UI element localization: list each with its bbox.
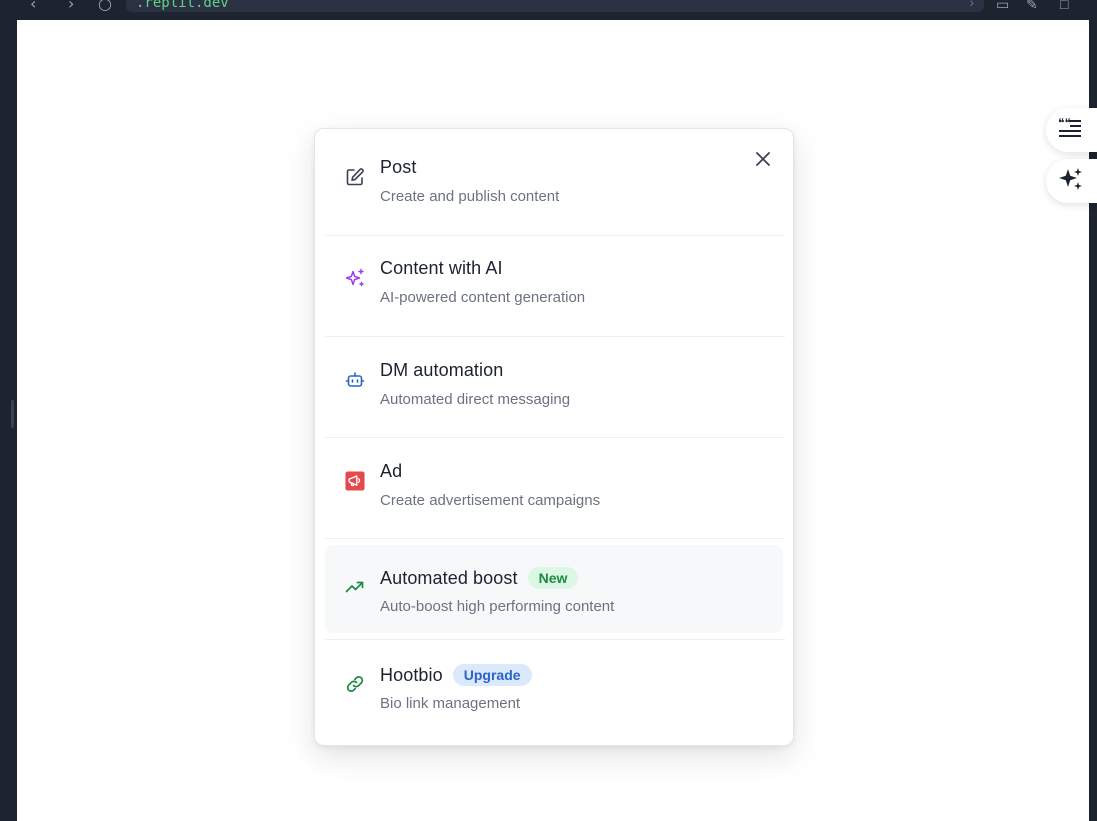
item-description: AI-powered content generation (380, 289, 586, 306)
back-icon[interactable]: ‹ (30, 0, 36, 13)
menu-item-dm-automation[interactable]: DM automation Automated direct messaging (325, 338, 783, 426)
item-description: Create and publish content (380, 188, 560, 205)
divider (325, 538, 785, 539)
item-description: Bio link management (380, 695, 521, 712)
chevron-right-icon: › (969, 0, 974, 10)
address-bar[interactable]: .replit.dev › (126, 0, 984, 12)
item-title: Content with AI (380, 258, 503, 278)
svg-text:❝❝: ❝❝ (1058, 117, 1071, 130)
item-title: Hootbio (380, 664, 443, 685)
trending-up-icon (345, 577, 365, 597)
quote-list-icon: ❝❝ (1058, 116, 1082, 144)
sparkles-icon (345, 268, 365, 288)
item-title: Ad (380, 461, 403, 481)
reload-icon[interactable]: ○ (98, 0, 112, 13)
divider (325, 639, 785, 640)
browser-toolbar: ‹ › ○ .replit.dev › ▭ ✎ □ (0, 0, 1097, 20)
upgrade-badge[interactable]: Upgrade (452, 664, 532, 686)
ai-assist-button[interactable] (1046, 159, 1097, 203)
item-title: Post (380, 157, 417, 177)
item-description: Create advertisement campaigns (380, 492, 601, 509)
item-title: Automated boost (380, 567, 518, 588)
megaphone-icon (345, 471, 365, 491)
item-description: Automated direct messaging (380, 391, 571, 408)
divider (325, 336, 785, 337)
sparkles-icon (1058, 166, 1084, 197)
menu-item-content-with-ai[interactable]: Content with AI AI-powered content gener… (325, 236, 783, 324)
item-title: DM automation (380, 360, 504, 380)
menu-item-ad[interactable]: Ad Create advertisement campaigns (325, 439, 783, 527)
monitor-icon[interactable]: ▭ (996, 0, 1009, 13)
forward-icon[interactable]: › (68, 0, 74, 13)
pencil-icon[interactable]: ✎ (1026, 0, 1038, 13)
menu-item-post[interactable]: Post Create and publish content (325, 135, 783, 223)
menu-item-hootbio[interactable]: Hootbio Upgrade Bio link management (325, 642, 783, 730)
menu-item-automated-boost[interactable]: Automated boost New Auto-boost high perf… (325, 545, 783, 633)
create-menu-modal: Post Create and publish content Content … (314, 128, 794, 746)
url-text: .replit.dev (136, 0, 229, 11)
quotes-list-button[interactable]: ❝❝ (1046, 108, 1097, 152)
edit-icon (345, 167, 365, 187)
divider (325, 437, 785, 438)
link-icon (345, 674, 365, 694)
left-rail (0, 20, 17, 821)
new-badge: New (527, 567, 579, 589)
item-description: Auto-boost high performing content (380, 598, 615, 615)
resize-handle[interactable] (11, 400, 14, 428)
bot-icon (345, 370, 365, 390)
window-icon[interactable]: □ (1060, 0, 1068, 12)
